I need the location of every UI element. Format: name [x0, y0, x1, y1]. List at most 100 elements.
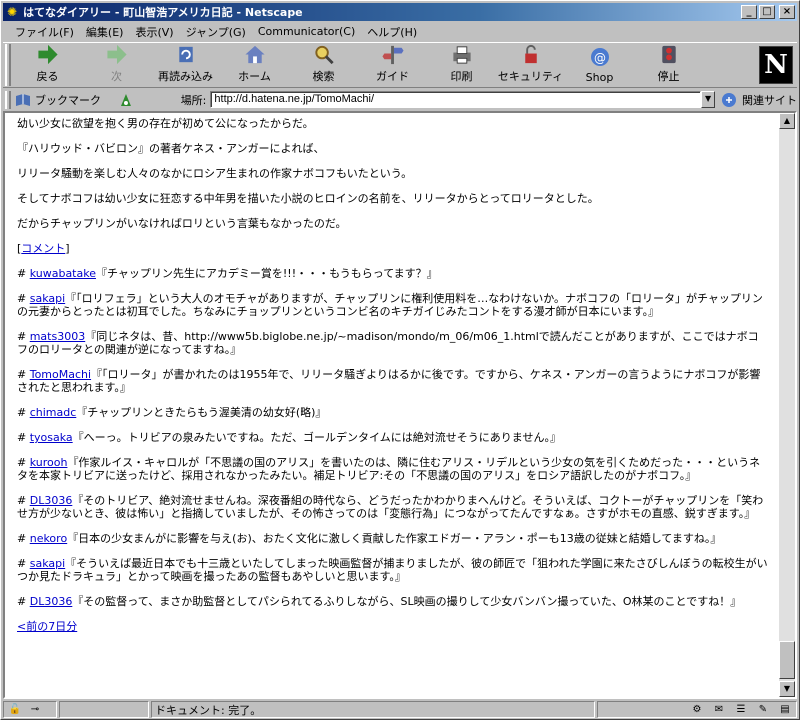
comment-text: 『へーっ。トリビアの泉みたいですね。ただ、ゴールデンタイムには絶対流せそうにあり… [72, 431, 561, 444]
toolbar-grip[interactable] [5, 44, 11, 86]
location-grip[interactable] [5, 90, 11, 109]
composer-icon[interactable]: ✎ [755, 704, 771, 716]
comment-user-link[interactable]: chimadc [30, 406, 77, 419]
stop-button[interactable]: 停止 [634, 43, 703, 87]
bookmarks-label: ブックマーク [35, 93, 101, 107]
shop-icon: @ [590, 48, 609, 66]
comment-user-link[interactable]: kurooh [30, 456, 68, 469]
vertical-scrollbar[interactable]: ▲ ▼ [779, 113, 795, 697]
search-icon [314, 45, 334, 65]
related-sites-icon [722, 92, 736, 107]
security-padlock-icon[interactable]: 🔓 [7, 704, 23, 716]
body-paragraph: だからチャップリンがいなければロリという言葉もなかったのだ。 [17, 217, 347, 230]
comment-text: 『そういえば最近日本でも十三歳といたしてしまった映画監督が捕まりましたが、彼の師… [17, 557, 768, 583]
comment-user-link[interactable]: sakapi [30, 292, 65, 305]
comment-link[interactable]: コメント [21, 242, 65, 255]
comment-hash: # [17, 330, 30, 343]
comment-user-link[interactable]: DL3036 [30, 595, 73, 608]
maximize-button[interactable]: □ [759, 5, 775, 19]
comment-hash: # [17, 406, 30, 419]
netscape-app-icon[interactable]: ✺ [5, 5, 19, 19]
reload-label: 再読み込み [158, 70, 213, 83]
back-button[interactable]: 戻る [13, 43, 82, 87]
guide-button[interactable]: ガイド [358, 43, 427, 87]
home-icon [244, 45, 265, 64]
comment-text: 『そのトリビア、絶対流せませんね。深夜番組の時代なら、どうだったかわかりまへんけ… [17, 494, 764, 520]
page-proxy-icon[interactable] [119, 92, 133, 108]
messenger-icon[interactable]: ▤ [777, 704, 793, 716]
bracket-close: ] [65, 242, 70, 255]
back-label: 戻る [36, 70, 59, 83]
status-text: ドキュメント: 完了。 [151, 701, 595, 718]
search-label: 検索 [312, 70, 335, 83]
comment-hash: # [17, 494, 30, 507]
body-paragraph: そしてナボコフは幼い少女に狂恋する中年男を描いた小説のヒロインの名前を、リリータ… [17, 192, 599, 205]
navigator-icon[interactable]: ⚙ [689, 704, 705, 716]
print-icon [452, 46, 471, 64]
comment-hash: # [17, 292, 30, 305]
menu-communicator[interactable]: Communicator(C) [252, 25, 361, 38]
connection-icon[interactable]: ⊸ [27, 704, 43, 716]
security-button[interactable]: セキュリティ [496, 43, 565, 87]
mail-icon[interactable]: ✉ [711, 704, 727, 716]
shop-label: Shop [585, 71, 614, 84]
bookmarks-button[interactable]: ブックマーク [15, 92, 111, 108]
pagination: <前の7日分 [17, 620, 769, 633]
guide-label: ガイド [376, 70, 409, 83]
navigation-toolbar: 戻る 次 再読み込み ホーム 検索 ガイド 印刷 セキュリティ @ Shop 停… [3, 42, 797, 88]
progress-bar [59, 701, 149, 718]
search-button[interactable]: 検索 [289, 43, 358, 87]
comment-item: # TomoMachi『「ロリータ」が書かれたのは1955年で、リリータ騒ぎより… [17, 368, 769, 394]
minimize-button[interactable]: _ [741, 5, 757, 19]
status-bar: 🔓 ⊸ ドキュメント: 完了。 ⚙ ✉ ☰ ✎ ▤ [3, 700, 797, 719]
reload-button[interactable]: 再読み込み [151, 43, 220, 87]
discussion-icon[interactable]: ☰ [733, 704, 749, 716]
comment-item: # sakapi『「ロリフェラ」という大人のオモチャがありますが、チャップリンに… [17, 292, 769, 318]
menu-view[interactable]: 表示(V) [129, 24, 179, 40]
menu-go[interactable]: ジャンプ(G) [180, 24, 252, 40]
forward-button[interactable]: 次 [82, 43, 151, 87]
comment-user-link[interactable]: nekoro [30, 532, 67, 545]
related-sites-button[interactable]: 関連サイト [721, 92, 797, 108]
guide-icon [381, 45, 404, 65]
menu-help[interactable]: ヘルプ(H) [361, 24, 423, 40]
netscape-logo[interactable]: N [759, 46, 793, 84]
comment-user-link[interactable]: mats3003 [30, 330, 86, 343]
prev-7-days-link[interactable]: <前の7日分 [17, 620, 77, 633]
print-button[interactable]: 印刷 [427, 43, 496, 87]
comment-link-row: [コメント] [17, 242, 769, 255]
comment-hash: # [17, 557, 30, 570]
home-button[interactable]: ホーム [220, 43, 289, 87]
comment-user-link[interactable]: tyosaka [30, 431, 73, 444]
back-arrow-icon [37, 44, 58, 65]
comment-item: # DL3036『その監督って、まさか助監督としてパシられてるふりしながら、SL… [17, 595, 769, 608]
url-field[interactable]: http://d.hatena.ne.jp/TomoMachi/ [210, 91, 702, 108]
scroll-thumb[interactable] [779, 641, 795, 679]
comment-text: 『「ロリータ」が書かれたのは1955年で、リリータ騒ぎよりはるかに後です。ですか… [17, 368, 761, 394]
title-bar: ✺ はてなダイアリー - 町山智浩アメリカ日記 - Netscape _ □ × [3, 3, 797, 21]
body-paragraph: リリータ騒動を楽しむ人々のなかにロシア生まれの作家ナボコフもいたという。 [17, 167, 413, 180]
page-viewport: 幼い少女に欲望を抱く男の存在が初めて公になったからだ。 『ハリウッド・バビロン』… [3, 111, 797, 699]
reload-icon [178, 46, 193, 63]
comment-user-link[interactable]: DL3036 [30, 494, 73, 507]
menu-file[interactable]: ファイル(F) [9, 24, 80, 40]
security-lock-icon [524, 44, 537, 64]
scroll-down-button[interactable]: ▼ [779, 681, 795, 697]
comment-user-link[interactable]: kuwabatake [30, 267, 96, 280]
url-history-dropdown[interactable]: ▼ [701, 91, 715, 108]
shop-button[interactable]: @ Shop [565, 43, 634, 87]
comment-hash: # [17, 456, 30, 469]
forward-arrow-icon [106, 44, 127, 65]
comment-hash: # [17, 595, 30, 608]
comment-item: # chimadc『チャップリンときたらもう渥美清の幼女好(略)』 [17, 406, 769, 419]
comment-user-link[interactable]: sakapi [30, 557, 65, 570]
stop-label: 停止 [657, 70, 680, 83]
close-button[interactable]: × [779, 5, 795, 19]
scroll-up-button[interactable]: ▲ [779, 113, 795, 129]
comment-user-link[interactable]: TomoMachi [30, 368, 91, 381]
comment-item: # kuwabatake『チャップリン先生にアカデミー賞を!!!・・・もうもらっ… [17, 267, 769, 280]
browser-window: ✺ はてなダイアリー - 町山智浩アメリカ日記 - Netscape _ □ ×… [0, 0, 800, 720]
menu-edit[interactable]: 編集(E) [80, 24, 130, 40]
comment-item: # DL3036『そのトリビア、絶対流せませんね。深夜番組の時代なら、どうだった… [17, 494, 769, 520]
comment-text: 『作家ルイス・キャロルが「不思議の国のアリス」を書いたのは、隣に住むアリス・リデ… [17, 456, 761, 482]
